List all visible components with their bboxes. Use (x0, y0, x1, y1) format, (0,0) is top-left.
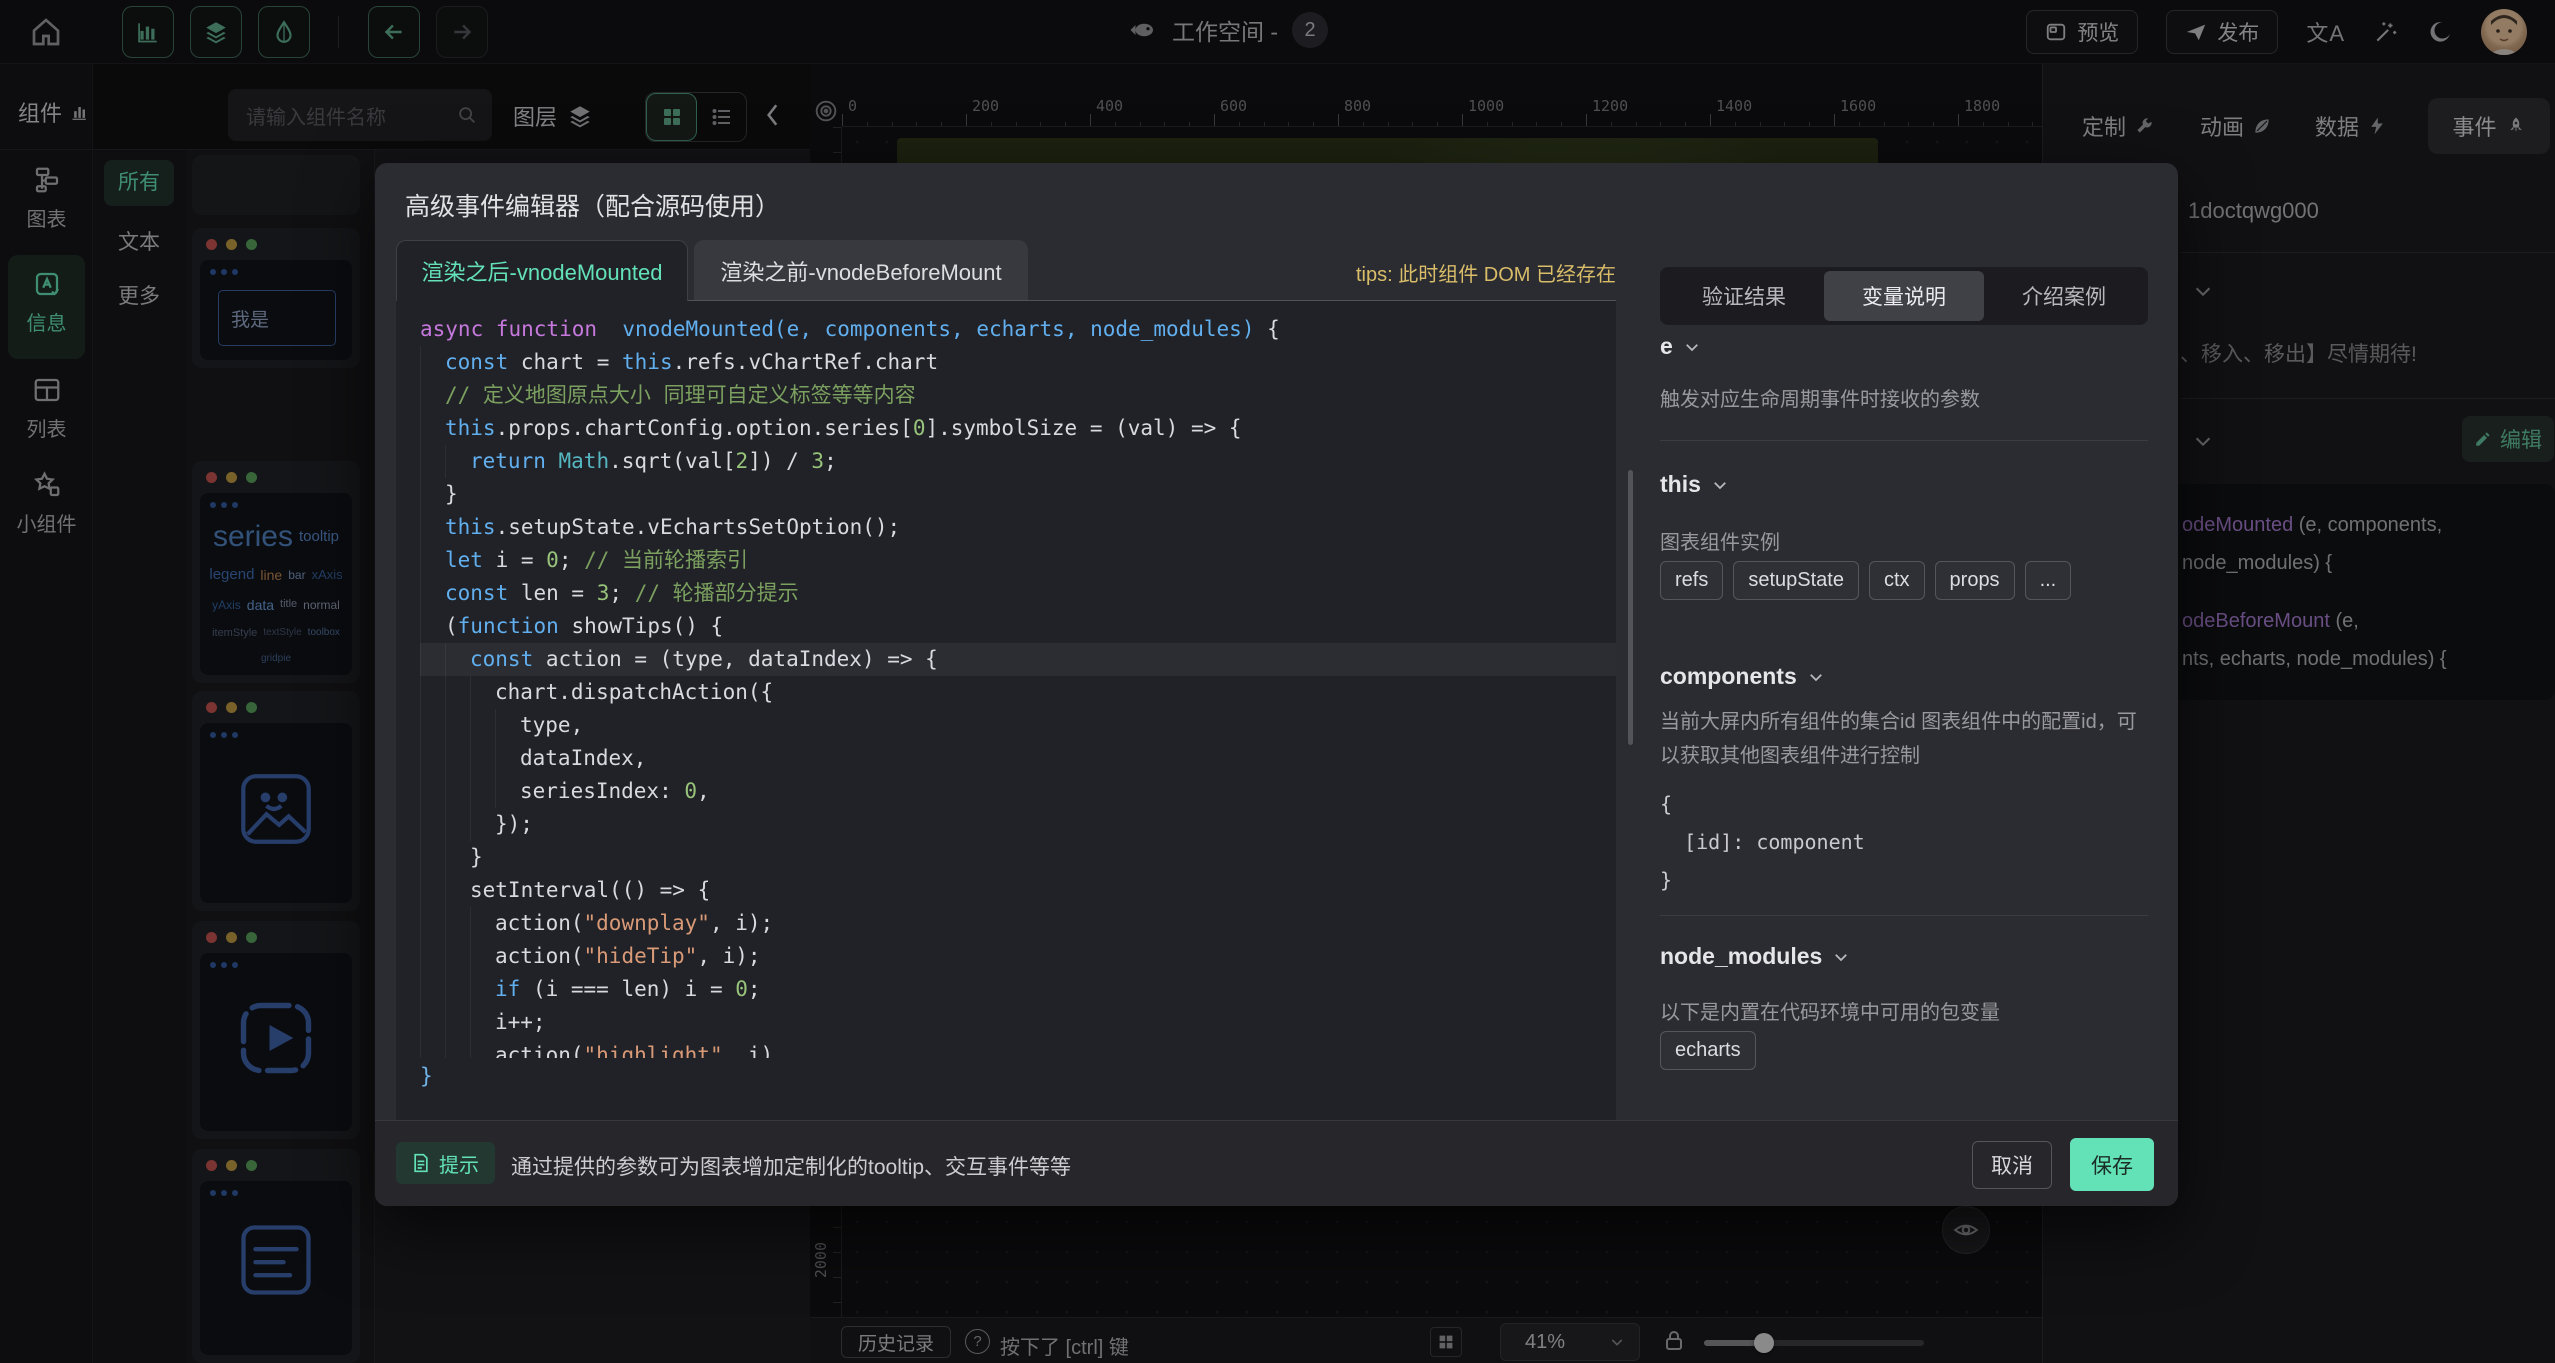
section-desc: 当前大屏内所有组件的集合id 图表组件中的配置id，可以获取其他图表组件进行控制 (1660, 705, 2148, 773)
tab-vnode-before-mount[interactable]: 渲染之前-vnodeBeforeMount (694, 240, 1028, 301)
section-title: node_modules (1660, 943, 1822, 970)
chevron-down-icon (1832, 948, 1850, 966)
code-line[interactable]: return Math.sqrt(val[2]) / 3; (420, 445, 1616, 478)
section-this[interactable]: this (1660, 471, 1729, 498)
code-line[interactable]: action("hideTip", i); (420, 940, 1616, 973)
code-line[interactable]: action("highlight", i) (420, 1039, 1616, 1058)
section-title: components (1660, 663, 1797, 690)
app-root: 工作空间 - 2 预览 发布 文A 组件 图 (0, 0, 2555, 1363)
code-line[interactable]: i++; (420, 1006, 1616, 1039)
param-chip: refs (1660, 561, 1723, 600)
chevron-down-icon (1807, 668, 1825, 686)
tab-variables[interactable]: 变量说明 (1824, 271, 1984, 321)
code-line[interactable]: const chart = this.refs.vChartRef.chart (420, 346, 1616, 379)
code-line[interactable]: type, (420, 709, 1616, 742)
code-line[interactable]: // 定义地图原点大小 同理可自定义标签等等内容 (420, 379, 1616, 412)
node-modules-chips: echarts (1660, 1031, 1766, 1070)
tip-badge: 提示 (396, 1142, 495, 1184)
this-chips: refs setupState ctx props... (1660, 561, 2160, 600)
param-chip: echarts (1660, 1031, 1756, 1070)
section-title: this (1660, 471, 1701, 498)
document-icon (412, 1153, 430, 1173)
code-line[interactable]: } (420, 478, 1616, 511)
param-chip: ctx (1869, 561, 1925, 600)
section-desc: 图表组件实例 (1660, 526, 1780, 560)
code-line[interactable]: } (420, 841, 1616, 874)
tab-examples[interactable]: 介绍案例 (1984, 271, 2144, 321)
section-desc: 触发对应生命周期事件时接收的参数 (1660, 383, 2148, 417)
section-components[interactable]: components (1660, 663, 1825, 690)
chevron-down-icon (1683, 338, 1701, 356)
modal-footer: 提示 通过提供的参数可为图表增加定制化的tooltip、交互事件等等 取消 保存 (375, 1120, 2178, 1206)
code-line[interactable]: dataIndex, (420, 742, 1616, 775)
tip-badge-label: 提示 (439, 1149, 479, 1178)
save-button[interactable]: 保存 (2070, 1138, 2154, 1191)
inspector-tabs: 验证结果 变量说明 介绍案例 (1660, 267, 2148, 325)
param-chip: props (1935, 561, 2015, 600)
chevron-down-icon (1711, 476, 1729, 494)
editor-scrollbar[interactable] (1628, 470, 1633, 745)
section-e[interactable]: e (1660, 333, 1701, 360)
code-line[interactable]: async function vnodeMounted(e, component… (420, 313, 1616, 346)
code-line[interactable]: this.props.chartConfig.option.series[0].… (420, 412, 1616, 445)
param-chip: ... (2025, 561, 2072, 600)
code-line[interactable]: let i = 0; // 当前轮播索引 (420, 544, 1616, 577)
code-line[interactable]: setInterval(() => { (420, 874, 1616, 907)
section-desc: 以下是内置在代码环境中可用的包变量 (1660, 996, 2000, 1030)
param-chip: setupState (1733, 561, 1859, 600)
code-line[interactable]: seriesIndex: 0, (420, 775, 1616, 808)
code-line[interactable]: this.setupState.vEchartsSetOption(); (420, 511, 1616, 544)
tips-text: tips: 此时组件 DOM 已经存在 (1271, 258, 1616, 287)
code-line[interactable]: if (i === len) i = 0; (420, 973, 1616, 1006)
code-line[interactable]: action("downplay", i); (420, 907, 1616, 940)
code-line[interactable]: }); (420, 808, 1616, 841)
inspector-divider (1660, 440, 2148, 441)
modal-title: 高级事件编辑器（配合源码使用） (405, 187, 780, 223)
inspector-divider (1660, 915, 2148, 916)
tab-validation[interactable]: 验证结果 (1664, 271, 1824, 321)
components-code: { [id]: component} (1660, 785, 1865, 899)
code-line[interactable]: chart.dispatchAction({ (420, 676, 1616, 709)
section-title: e (1660, 333, 1673, 360)
tip-text: 通过提供的参数可为图表增加定制化的tooltip、交互事件等等 (511, 1151, 1071, 1181)
cancel-button[interactable]: 取消 (1972, 1141, 2052, 1189)
code-line[interactable]: const action = (type, dataIndex) => { (420, 643, 1616, 676)
code-closing-brace[interactable]: } (420, 1064, 433, 1088)
advanced-event-editor-modal: 高级事件编辑器（配合源码使用） 渲染之后-vnodeMounted 渲染之前-v… (375, 163, 2178, 1206)
code-line[interactable]: const len = 3; // 轮播部分提示 (420, 577, 1616, 610)
section-node-modules[interactable]: node_modules (1660, 943, 1850, 970)
code-line[interactable]: (function showTips() { (420, 610, 1616, 643)
code-editor-lines[interactable]: async function vnodeMounted(e, component… (396, 301, 1616, 1058)
tab-vnode-mounted[interactable]: 渲染之后-vnodeMounted (396, 240, 688, 301)
